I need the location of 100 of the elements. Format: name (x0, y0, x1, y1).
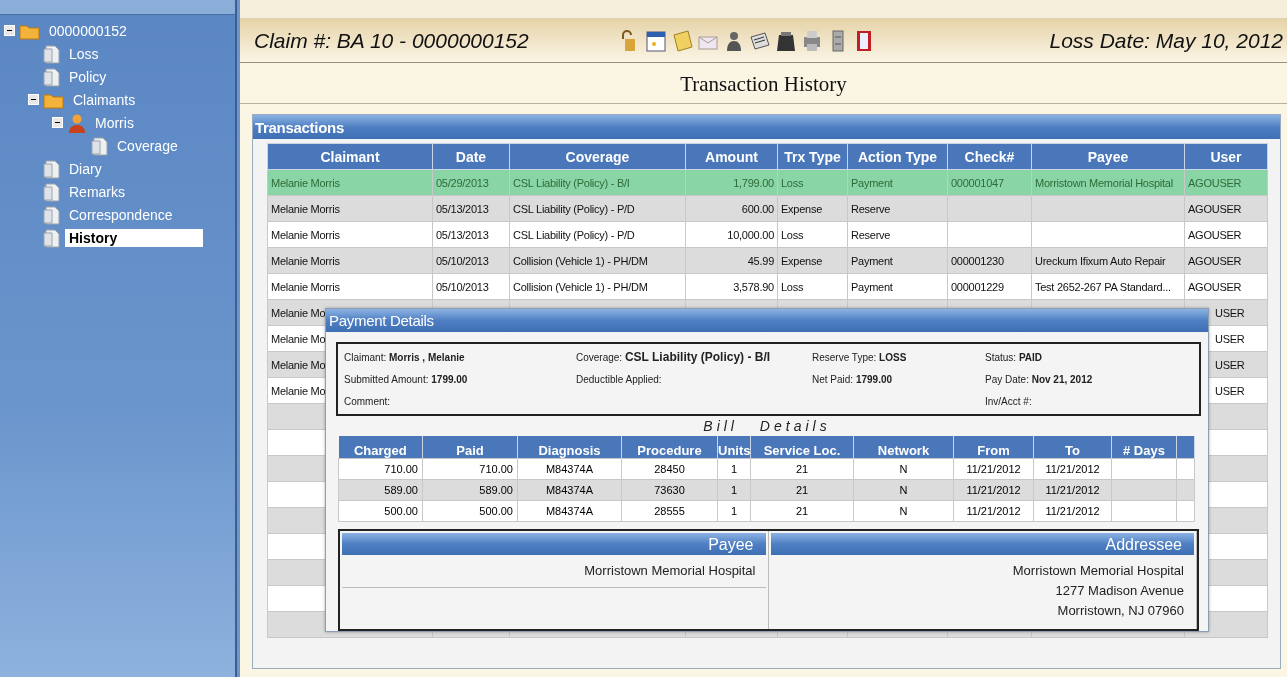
table-cell: N (899, 484, 908, 496)
table-cell: USER (1215, 358, 1245, 371)
transaction-row[interactable]: Melanie Morris 05/10/2013 Collision (Vehicle 1) - PH/DM 3,578.90 Loss Payment 000001229 Test 2652-267 PA Standard... AGOUSER (267, 273, 1268, 300)
info-field: Net Paid: 1799.00 (812, 373, 893, 385)
table-cell: Collision (Vehicle 1) - PH/DM (513, 254, 648, 267)
table-cell: Payment (851, 176, 893, 189)
section-header: Payee (342, 533, 766, 555)
table-cell: Loss (781, 176, 804, 189)
table-cell: Melanie Mo (271, 332, 326, 345)
tree-item[interactable]: Claimants (69, 90, 140, 109)
table-cell: M84374A (545, 463, 594, 475)
table-cell: 28450 (654, 463, 685, 475)
table-cell: 11/21/2012 (1045, 505, 1100, 517)
column-header[interactable]: Amount (685, 143, 778, 170)
column-header[interactable]: Claimant (267, 143, 433, 170)
tree-item[interactable]: 0000000152 (45, 21, 131, 40)
table-cell: Payment (851, 280, 893, 293)
table-cell: Melanie Mo (271, 306, 326, 319)
column-header[interactable]: Coverage (509, 143, 686, 170)
info-field: Submitted Amount: 1799.00 (344, 373, 468, 385)
table-cell: 589.00 (384, 484, 418, 496)
table-cell: 3,578.90 (733, 280, 774, 293)
column-header[interactable]: Payee (1031, 143, 1185, 170)
table-cell: Melanie Morris (271, 202, 340, 215)
column-header[interactable]: Action Type (847, 143, 948, 170)
column-header[interactable]: Charged (338, 436, 423, 459)
info-field: Deductible Applied: (576, 373, 662, 385)
tree-item[interactable]: Morris (91, 113, 138, 132)
table-cell: 21 (795, 463, 809, 475)
table-cell: Reserve (851, 202, 891, 215)
table-cell: 21 (795, 484, 809, 496)
table-cell: 710.00 (384, 463, 418, 475)
table-cell: Melanie Morris (271, 176, 340, 189)
transaction-row[interactable]: Melanie Morris 05/29/2013 CSL Liability (Policy) - B/I 1,799.00 Loss Payment 000001047 Morristown Memorial Hospital AGOUSER (267, 169, 1268, 196)
info-field: Comment: (344, 395, 391, 407)
column-header[interactable]: Check# (947, 143, 1032, 170)
document-icon (91, 135, 109, 156)
column-header[interactable]: Procedure (621, 436, 718, 459)
table-cell: 05/13/2013 (436, 228, 489, 241)
table-cell: AGOUSER (1188, 176, 1242, 189)
table-cell: M84374A (545, 505, 594, 517)
table-cell: 1 (730, 484, 738, 496)
table-cell: 000001230 (951, 254, 1004, 267)
table-cell: 11/21/2012 (1045, 484, 1100, 496)
collapse-toggle[interactable] (4, 25, 15, 36)
info-field: Reserve Type: LOSS (812, 351, 907, 363)
tree-item[interactable]: Correspondence (65, 205, 177, 224)
column-header[interactable]: Trx Type (777, 143, 848, 170)
transaction-row[interactable]: Melanie Morris 05/10/2013 Collision (Vehicle 1) - PH/DM 45.99 Expense Payment 000001230 Ureckum Ifixum Auto Repair AGOUSER (267, 247, 1268, 274)
column-header[interactable]: Date (432, 143, 510, 170)
table-cell: 05/29/2013 (436, 176, 489, 189)
table-cell: 11/21/2012 (966, 463, 1021, 475)
tree-item[interactable]: Diary (65, 159, 106, 178)
table-cell: 1 (730, 505, 738, 517)
transaction-row[interactable]: Melanie Morris 05/13/2013 CSL Liability (Policy) - P/D 10,000.00 Loss Reserve AGOUSER (267, 221, 1268, 248)
table-cell: AGOUSER (1188, 228, 1242, 241)
document-icon (43, 158, 61, 179)
table-cell: 05/10/2013 (436, 254, 489, 267)
column-header[interactable]: Units (717, 436, 751, 459)
info-field: Coverage: CSL Liability (Policy) - B/I (576, 350, 771, 364)
column-header[interactable]: Service Loc. (750, 436, 854, 459)
column-header[interactable]: User (1184, 143, 1268, 170)
table-cell: Expense (781, 202, 823, 215)
tree-item[interactable]: Remarks (65, 182, 129, 201)
table-cell: N (899, 463, 908, 475)
document-icon (43, 227, 61, 248)
transaction-row[interactable]: Melanie Morris 05/13/2013 CSL Liability (Policy) - P/D 600.00 Expense Reserve AGOUSER (267, 195, 1268, 222)
tree-item[interactable]: History (65, 228, 203, 247)
tree-item[interactable]: Loss (65, 44, 103, 63)
table-cell: AGOUSER (1188, 280, 1242, 293)
tree-item[interactable]: Coverage (113, 136, 182, 155)
column-header[interactable]: Network (853, 436, 954, 459)
column-header[interactable]: # Days (1111, 436, 1177, 459)
address-line: Morristown, NJ 07960 (1057, 602, 1184, 620)
table-cell: 500.00 (479, 505, 513, 517)
notepad-icon[interactable] (670, 28, 693, 53)
column-header[interactable]: From (953, 436, 1034, 459)
table-cell: Melanie Morris (271, 228, 340, 241)
table-cell: 600.00 (741, 202, 774, 215)
info-field: Inv/Acct #: (985, 395, 1032, 407)
table-cell: 28555 (654, 505, 685, 517)
tree-item[interactable]: Policy (65, 67, 111, 86)
document-icon (43, 43, 61, 64)
table-cell: Melanie Mo (271, 358, 326, 371)
table-cell: USER (1215, 332, 1245, 345)
table-cell: M84374A (545, 484, 594, 496)
collapse-toggle[interactable] (28, 94, 39, 105)
table-cell: AGOUSER (1188, 202, 1242, 215)
column-header[interactable]: To (1033, 436, 1112, 459)
collapse-toggle[interactable] (52, 117, 63, 128)
table-cell: 11/21/2012 (1045, 463, 1100, 475)
address-line: Morristown Memorial Hospital (584, 562, 756, 580)
table-cell: 10,000.00 (727, 228, 774, 241)
table-cell: 45.99 (747, 254, 774, 267)
table-cell: Melanie Morris (271, 254, 340, 267)
column-header[interactable]: Diagnosis (517, 436, 622, 459)
column-header[interactable]: Paid (422, 436, 518, 459)
table-cell: N (899, 505, 908, 517)
panel-title: Transactions (253, 115, 1280, 139)
calendar-icon[interactable] (644, 28, 667, 53)
